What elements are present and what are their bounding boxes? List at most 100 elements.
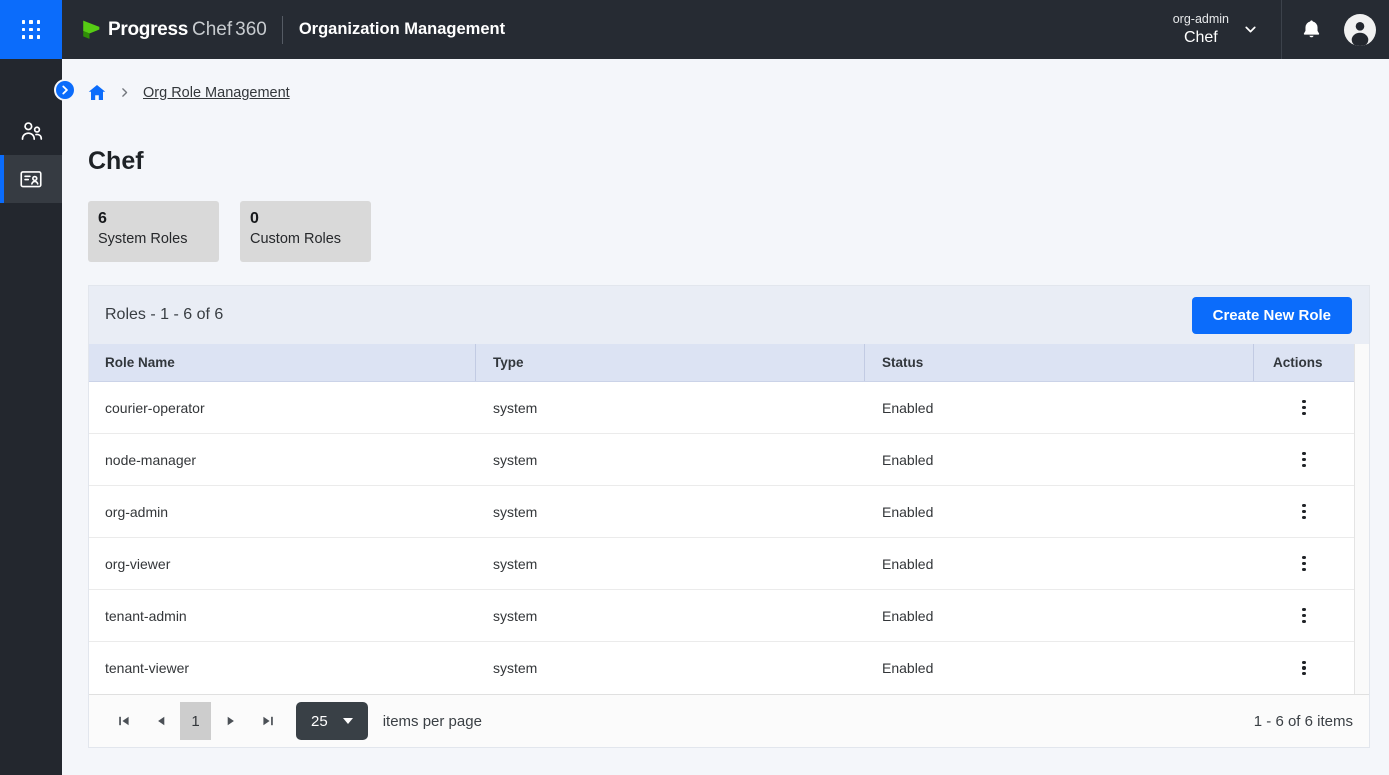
cell-type: system <box>476 382 865 433</box>
cell-status: Enabled <box>865 486 1254 537</box>
stat-card-custom-roles: 0 Custom Roles <box>240 201 371 262</box>
page-size-select[interactable]: 25 <box>296 702 368 740</box>
column-header-status: Status <box>865 344 1254 381</box>
chevron-down-icon <box>1242 21 1259 38</box>
users-icon <box>18 118 45 145</box>
row-actions-menu-button[interactable] <box>1289 497 1319 527</box>
last-page-button[interactable] <box>249 703 286 740</box>
pagination-bar: 1 25 <box>89 694 1369 747</box>
avatar-icon <box>1344 14 1376 46</box>
top-header: Progress Chef 360 Organization Managemen… <box>0 0 1389 59</box>
table-row: tenant-viewer system Enabled <box>89 642 1354 694</box>
brand-progress-text: Progress <box>108 19 188 41</box>
row-actions-menu-button[interactable] <box>1289 601 1319 631</box>
cell-status: Enabled <box>865 382 1254 433</box>
sidebar-expand-button[interactable] <box>56 81 74 99</box>
sidebar <box>0 59 62 775</box>
caret-down-icon <box>343 718 353 724</box>
kebab-icon <box>1302 400 1305 403</box>
app-title: Organization Management <box>299 20 505 39</box>
roles-table-card: Roles - 1 - 6 of 6 Create New Role Role … <box>88 285 1370 748</box>
cell-status: Enabled <box>865 538 1254 589</box>
current-page-button[interactable]: 1 <box>180 702 211 740</box>
row-actions-menu-button[interactable] <box>1289 549 1319 579</box>
brand-chef-text: Chef <box>192 19 232 41</box>
progress-logo-icon <box>78 17 103 42</box>
chevron-right-icon <box>60 85 70 95</box>
app-launcher-button[interactable] <box>0 0 62 59</box>
pager: 1 25 <box>105 702 482 740</box>
previous-page-icon <box>155 715 167 727</box>
role-card-icon <box>18 166 44 192</box>
kebab-icon <box>1302 452 1305 455</box>
previous-page-button[interactable] <box>142 703 179 740</box>
stat-value: 0 <box>250 209 361 229</box>
cell-role-name: courier-operator <box>89 382 476 433</box>
org-switcher[interactable]: org-admin Chef <box>1173 11 1259 48</box>
row-actions-menu-button[interactable] <box>1289 653 1319 683</box>
breadcrumb: Org Role Management <box>62 59 1389 101</box>
page-size-value: 25 <box>311 713 328 730</box>
cell-type: system <box>476 590 865 641</box>
stat-value: 6 <box>98 209 209 229</box>
table-header-row: Role Name Type Status Actions <box>89 344 1354 382</box>
stat-label: Custom Roles <box>250 231 361 247</box>
table-row: courier-operator system Enabled <box>89 382 1354 434</box>
table-title: Roles - 1 - 6 of 6 <box>105 306 223 324</box>
brand-suffix-text: 360 <box>235 19 267 41</box>
breadcrumb-home-link[interactable] <box>88 84 106 101</box>
cell-status: Enabled <box>865 434 1254 485</box>
kebab-icon <box>1302 504 1305 507</box>
column-header-actions: Actions <box>1254 344 1354 381</box>
table-row: org-admin system Enabled <box>89 486 1354 538</box>
next-page-button[interactable] <box>212 703 249 740</box>
table-row: tenant-admin system Enabled <box>89 590 1354 642</box>
row-actions-menu-button[interactable] <box>1289 445 1319 475</box>
org-role-label: org-admin <box>1173 11 1229 27</box>
cell-type: system <box>476 434 865 485</box>
table-scrollbar-track[interactable] <box>1354 344 1369 694</box>
account-button[interactable] <box>1344 14 1376 46</box>
kebab-icon <box>1302 556 1305 559</box>
cell-role-name: org-viewer <box>89 538 476 589</box>
cell-type: system <box>476 538 865 589</box>
table-wrap: Role Name Type Status Actions courier-op… <box>89 344 1369 694</box>
cell-role-name: tenant-viewer <box>89 642 476 694</box>
create-new-role-button[interactable]: Create New Role <box>1192 297 1352 334</box>
bell-icon <box>1300 18 1323 41</box>
cell-type: system <box>476 486 865 537</box>
table-toolbar: Roles - 1 - 6 of 6 Create New Role <box>89 286 1369 344</box>
column-header-role-name: Role Name <box>89 344 476 381</box>
first-page-button[interactable] <box>105 703 142 740</box>
app-launcher-icon <box>22 20 41 39</box>
sidebar-item-users[interactable] <box>0 107 62 155</box>
notifications-button[interactable] <box>1282 0 1340 59</box>
stats-cards: 6 System Roles 0 Custom Roles <box>88 201 1389 262</box>
table-row: org-viewer system Enabled <box>89 538 1354 590</box>
main-content: Org Role Management Chef 6 System Roles … <box>62 59 1389 775</box>
column-header-type: Type <box>476 344 865 381</box>
brand-logo[interactable]: Progress Chef 360 <box>78 17 267 42</box>
kebab-icon <box>1302 661 1305 664</box>
breadcrumb-current-link[interactable]: Org Role Management <box>143 85 290 101</box>
first-page-icon <box>118 715 130 727</box>
stat-label: System Roles <box>98 231 209 247</box>
cell-role-name: org-admin <box>89 486 476 537</box>
cell-role-name: tenant-admin <box>89 590 476 641</box>
last-page-icon <box>262 715 274 727</box>
sidebar-item-org-roles[interactable] <box>0 155 62 203</box>
cell-role-name: node-manager <box>89 434 476 485</box>
kebab-icon <box>1302 608 1305 611</box>
chevron-right-icon <box>118 86 131 99</box>
page-title: Chef <box>88 147 1389 175</box>
next-page-icon <box>225 715 237 727</box>
org-name-label: Chef <box>1184 27 1218 48</box>
row-actions-menu-button[interactable] <box>1289 393 1319 423</box>
pagination-range-label: 1 - 6 of 6 items <box>1254 713 1353 730</box>
cell-type: system <box>476 642 865 694</box>
items-per-page-label: items per page <box>383 713 482 730</box>
home-icon <box>88 84 106 101</box>
cell-status: Enabled <box>865 590 1254 641</box>
table-row: node-manager system Enabled <box>89 434 1354 486</box>
header-divider <box>282 16 283 44</box>
